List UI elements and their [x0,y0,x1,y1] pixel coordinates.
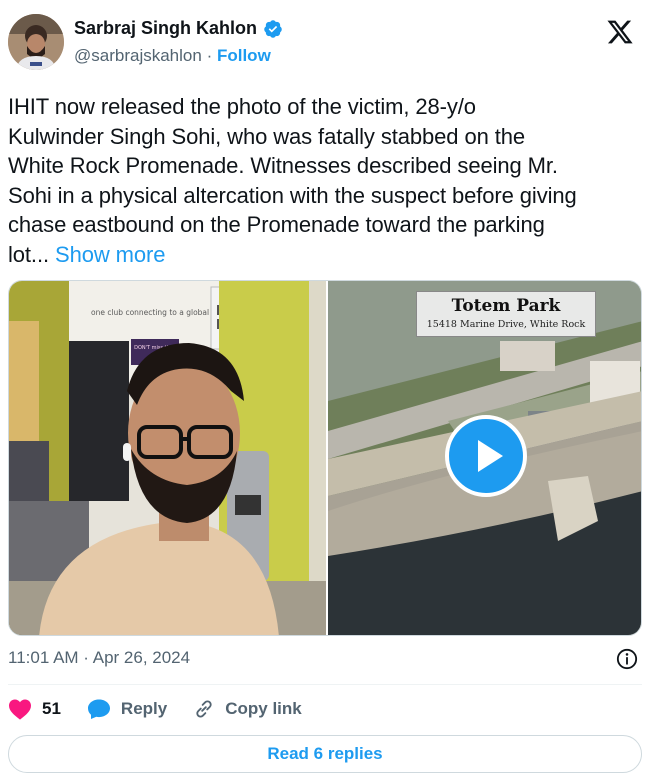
victim-photo[interactable]: one club connecting to a global DON'T mi… [9,281,326,635]
follow-button[interactable]: Follow [217,46,271,65]
heart-icon [9,699,31,720]
verified-badge-icon [264,19,282,38]
play-button[interactable] [445,415,527,497]
location-label: Totem Park 15418 Marine Drive, White Roc… [416,291,596,337]
video-thumbnail[interactable]: Totem Park 15418 Marine Drive, White Roc… [328,281,641,635]
tweet-header: Sarbraj Singh Kahlon @sarbrajskahlon · F… [8,14,642,74]
copy-link-button[interactable]: Copy link [193,698,302,720]
wall-text: one club connecting to a global [91,308,209,317]
author-avatar[interactable] [8,14,64,70]
author-handle[interactable]: @sarbrajskahlon [74,46,202,65]
reply-bubble-icon [87,699,110,719]
reply-label: Reply [120,699,168,718]
tweet-timestamp[interactable]: 11:01 AM · Apr 26, 2024 [8,648,190,668]
action-bar: 51 Reply Copy link [8,698,328,720]
media-grid: one club connecting to a global DON'T mi… [8,280,642,636]
like-button[interactable]: 51 [8,698,61,720]
link-icon [196,700,212,718]
x-logo-icon[interactable] [606,18,634,46]
play-icon [478,440,503,472]
author-handle-row: @sarbrajskahlon · Follow [74,46,271,66]
tweet-text: IHIT now released the photo of the victi… [8,92,638,269]
tweet-line: IHIT now released the photo of the victi… [8,94,476,119]
tweet-line: Sohi in a physical altercation with the … [8,182,577,208]
tweet-line-end: lot... [8,241,49,267]
show-more-link[interactable]: Show more [55,242,165,267]
read-replies-button[interactable]: Read 6 replies [8,735,642,773]
tweet-line: chase eastbound on the Promenade toward … [8,212,545,237]
copy-link-label: Copy link [225,699,302,718]
tweet-line: Kulwinder Singh Sohi, who was fatally st… [8,123,526,149]
reply-button[interactable]: Reply [87,698,167,720]
location-title: Totem Park [451,296,561,316]
author-name-row: Sarbraj Singh Kahlon [74,18,283,39]
like-count: 51 [42,699,61,718]
divider [8,684,642,685]
info-icon[interactable] [616,648,638,670]
tweet-line: White Rock Promenade. Witnesses describe… [8,153,558,178]
handle-separator: · [206,46,213,65]
author-name[interactable]: Sarbraj Singh Kahlon [74,18,257,39]
location-address: 15418 Marine Drive, White Rock [426,319,586,330]
tweet-line-last: lot... Show more [8,240,638,270]
